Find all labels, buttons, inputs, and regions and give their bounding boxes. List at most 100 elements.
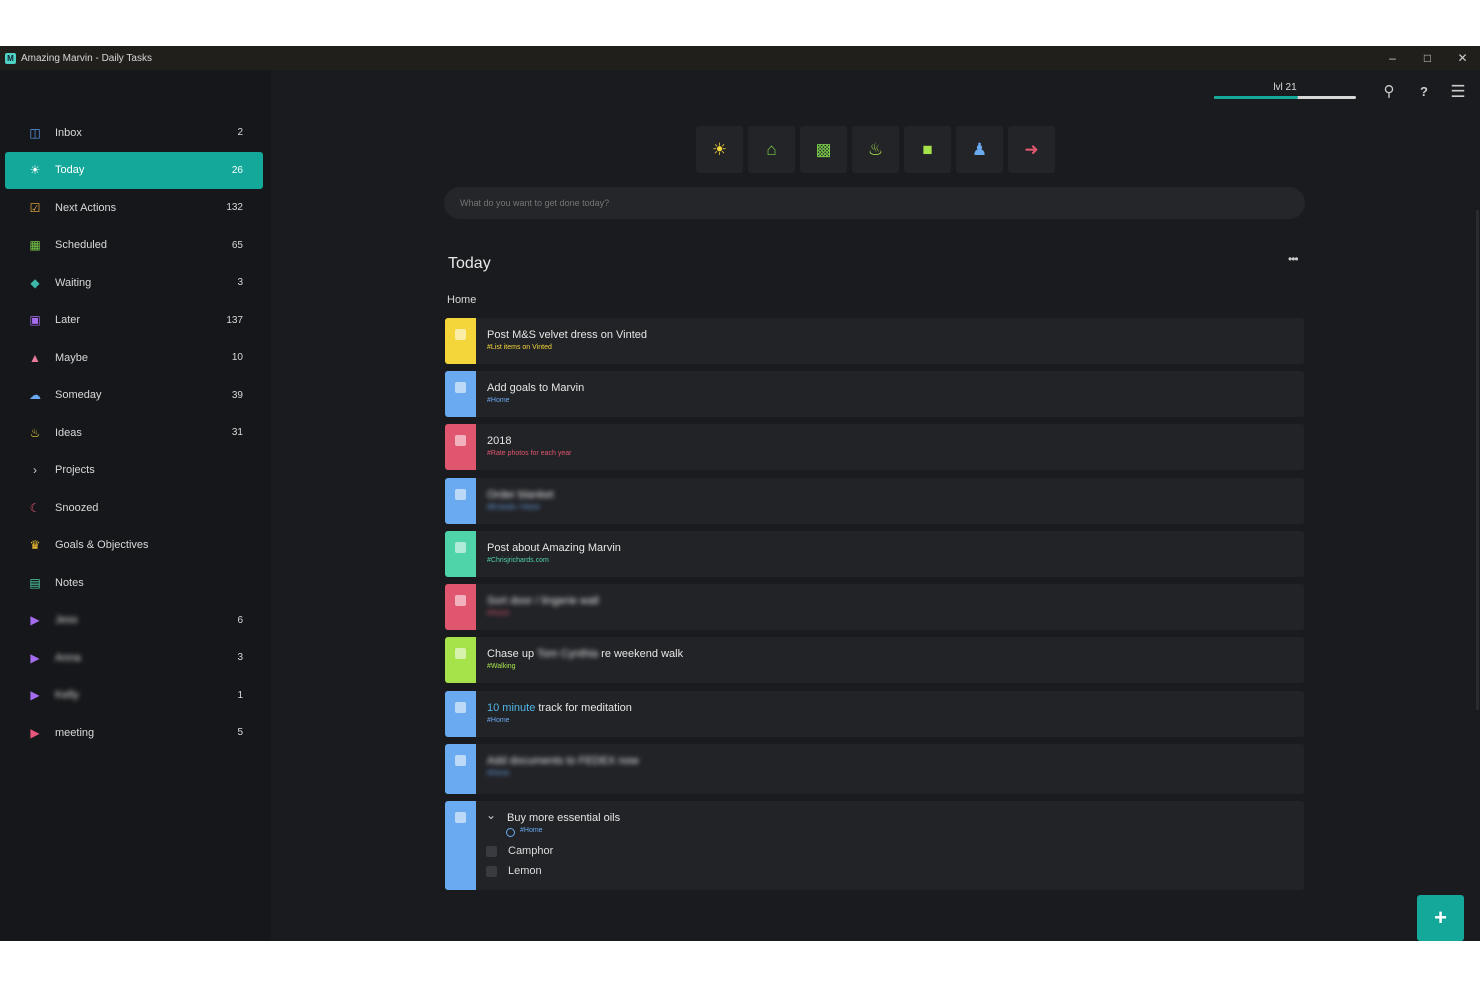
- sidebar-item-count: 2: [237, 127, 243, 138]
- sidebar-item-later[interactable]: ▣ Later 137: [5, 302, 263, 339]
- sidebar-item-count: 3: [237, 652, 243, 663]
- task-checkbox[interactable]: [455, 329, 466, 340]
- task-title: Add documents to FEDEX now: [487, 755, 639, 767]
- sidebar-item-ideas[interactable]: ♨ Ideas 31: [5, 414, 263, 451]
- subtask-item[interactable]: Camphor: [486, 845, 553, 857]
- sidebar-item-projects[interactable]: › Projects: [5, 452, 263, 489]
- sidebar-item-snoozed[interactable]: ☾ Snoozed: [5, 489, 263, 526]
- task-title-title: Add documents to FEDEX now: [487, 755, 639, 767]
- task-checkbox[interactable]: [455, 382, 466, 393]
- task-color-stripe: [445, 371, 476, 417]
- task-row[interactable]: Buy more essential oils ⌄ #Home Camphor Lemo…: [445, 801, 1304, 890]
- subtask-checkbox[interactable]: [486, 845, 497, 857]
- add-button[interactable]: +: [1417, 895, 1464, 941]
- sidebar-item-anna[interactable]: ▶ Anna 3: [5, 639, 263, 676]
- task-tag[interactable]: #Home: [487, 610, 510, 617]
- task-row[interactable]: 2018 #Rate photos for each year: [445, 424, 1304, 470]
- quickbar-home-button[interactable]: ⌂: [748, 126, 795, 173]
- level-indicator[interactable]: lvl 21: [1214, 82, 1356, 99]
- task-tag[interactable]: #Walking: [487, 663, 516, 670]
- task-title: 2018: [487, 435, 511, 447]
- help-icon[interactable]: ?: [1414, 82, 1434, 102]
- quickbar-people-button[interactable]: ♟: [956, 126, 1003, 173]
- task-checkbox[interactable]: [455, 595, 466, 606]
- task-title-title: Sort door / lingerie wall: [487, 595, 599, 607]
- label-tag-icon: ▶: [30, 725, 40, 740]
- layers-icon: ◆: [30, 275, 40, 290]
- chevron-right-icon: ›: [33, 463, 37, 477]
- task-tag[interactable]: #List items on Vinted: [487, 344, 552, 351]
- task-row[interactable]: 10 minute track for meditation #Home: [445, 691, 1304, 737]
- quickbar-sticky-note-button[interactable]: ■: [904, 126, 951, 173]
- task-title-title: Buy more essential oils: [507, 812, 621, 824]
- task-row[interactable]: Post M&S velvet dress on Vinted #List ite…: [445, 318, 1304, 364]
- task-checkbox[interactable]: [455, 812, 466, 823]
- task-row[interactable]: Chase up Tom Cynthia re weekend walk #Wal…: [445, 637, 1304, 683]
- task-title: Order blanket: [487, 489, 554, 501]
- task-tag[interactable]: #Rate photos for each year: [487, 450, 571, 457]
- scrollbar[interactable]: [1476, 210, 1479, 710]
- app-window: M Amazing Marvin - Daily Tasks – □ ✕ ◫ In…: [0, 46, 1480, 941]
- sidebar-item-today[interactable]: ☀ Today 26: [5, 151, 263, 189]
- quickbar-sun-button[interactable]: ☀: [696, 126, 743, 173]
- task-row[interactable]: Post about Amazing Marvin #Chrisjrichards…: [445, 531, 1304, 577]
- subtask-item[interactable]: Lemon: [486, 865, 542, 877]
- minimize-icon[interactable]: –: [1375, 51, 1410, 65]
- label-tag-icon: ▶: [30, 650, 40, 665]
- level-progress-bar: [1214, 96, 1356, 99]
- task-tag[interactable]: #Home: [520, 827, 543, 834]
- search-icon[interactable]: ⚲: [1379, 82, 1399, 102]
- sidebar-item-goals-objectives[interactable]: ♛ Goals & Objectives: [5, 527, 263, 564]
- task-checkbox[interactable]: [455, 702, 466, 713]
- task-checkbox[interactable]: [455, 489, 466, 500]
- sidebar-item-jess[interactable]: ▶ Jess 6: [5, 602, 263, 639]
- task-row[interactable]: Order blanket #Errands / Home: [445, 478, 1304, 524]
- task-title-title: Post about Amazing Marvin: [487, 542, 621, 554]
- task-row[interactable]: Add documents to FEDEX now #Home: [445, 744, 1304, 794]
- sidebar-item-maybe[interactable]: ▲ Maybe 10: [5, 339, 263, 376]
- task-checkbox[interactable]: [455, 542, 466, 553]
- task-color-stripe: [445, 584, 476, 630]
- level-progress-fill: [1214, 96, 1298, 99]
- task-tag[interactable]: #Home: [487, 397, 510, 404]
- task-tag[interactable]: #Errands / Home: [487, 504, 540, 511]
- sidebar-item-scheduled[interactable]: ▦ Scheduled 65: [5, 227, 263, 264]
- task-color-stripe: [445, 637, 476, 683]
- task-row[interactable]: Add goals to Marvin #Home: [445, 371, 1304, 417]
- quickbar-calendar-arrow-button[interactable]: ▩: [800, 126, 847, 173]
- sidebar-item-count: 10: [231, 352, 243, 363]
- quickbar-lightbulb-button[interactable]: ♨: [852, 126, 899, 173]
- sidebar-item-waiting[interactable]: ◆ Waiting 3: [5, 264, 263, 301]
- sidebar-item-meeting[interactable]: ▶ meeting 5: [5, 714, 263, 751]
- task-checkbox[interactable]: [455, 435, 466, 446]
- task-tag[interactable]: #Home: [487, 717, 510, 724]
- subtask-label: Lemon: [508, 865, 542, 877]
- task-color-stripe: [445, 744, 476, 794]
- label-tag-icon: ▶: [30, 613, 40, 627]
- sidebar-item-someday[interactable]: ☁ Someday 39: [5, 377, 263, 414]
- task-checkbox[interactable]: [455, 648, 466, 659]
- chevron-down-icon[interactable]: ⌄: [486, 808, 496, 822]
- sidebar-item-label: Goals & Objectives: [55, 539, 149, 551]
- task-row[interactable]: Sort door / lingerie wall #Home: [445, 584, 1304, 630]
- quickbar-running-button[interactable]: ➜: [1008, 126, 1055, 173]
- close-icon[interactable]: ✕: [1445, 51, 1480, 65]
- sidebar-item-notes[interactable]: ▤ Notes: [5, 564, 263, 601]
- task-title-title: Post M&S velvet dress on Vinted: [487, 329, 647, 341]
- task-checkbox[interactable]: [455, 755, 466, 766]
- sidebar-item-inbox[interactable]: ◫ Inbox 2: [5, 114, 263, 151]
- task-title-blur: Tom Cynthia: [536, 648, 599, 660]
- sidebar-item-next-actions[interactable]: ☑ Next Actions 132: [5, 189, 263, 226]
- sidebar-item-kelly[interactable]: ▶ Kelly 1: [5, 677, 263, 714]
- task-title-highlight: 10 minute: [487, 702, 536, 714]
- more-options-icon[interactable]: •••: [1288, 252, 1299, 266]
- task-title: Post M&S velvet dress on Vinted: [487, 329, 647, 341]
- task-tag[interactable]: #Chrisjrichards.com: [487, 557, 549, 564]
- task-tag[interactable]: #Home: [487, 770, 510, 777]
- menu-icon[interactable]: ☰: [1448, 82, 1468, 102]
- sticky-note-icon: ■: [922, 139, 933, 159]
- subtask-checkbox[interactable]: [486, 865, 497, 877]
- maximize-icon[interactable]: □: [1410, 51, 1445, 65]
- lightbulb-icon: ♨: [867, 139, 884, 159]
- add-task-input[interactable]: [444, 187, 1305, 219]
